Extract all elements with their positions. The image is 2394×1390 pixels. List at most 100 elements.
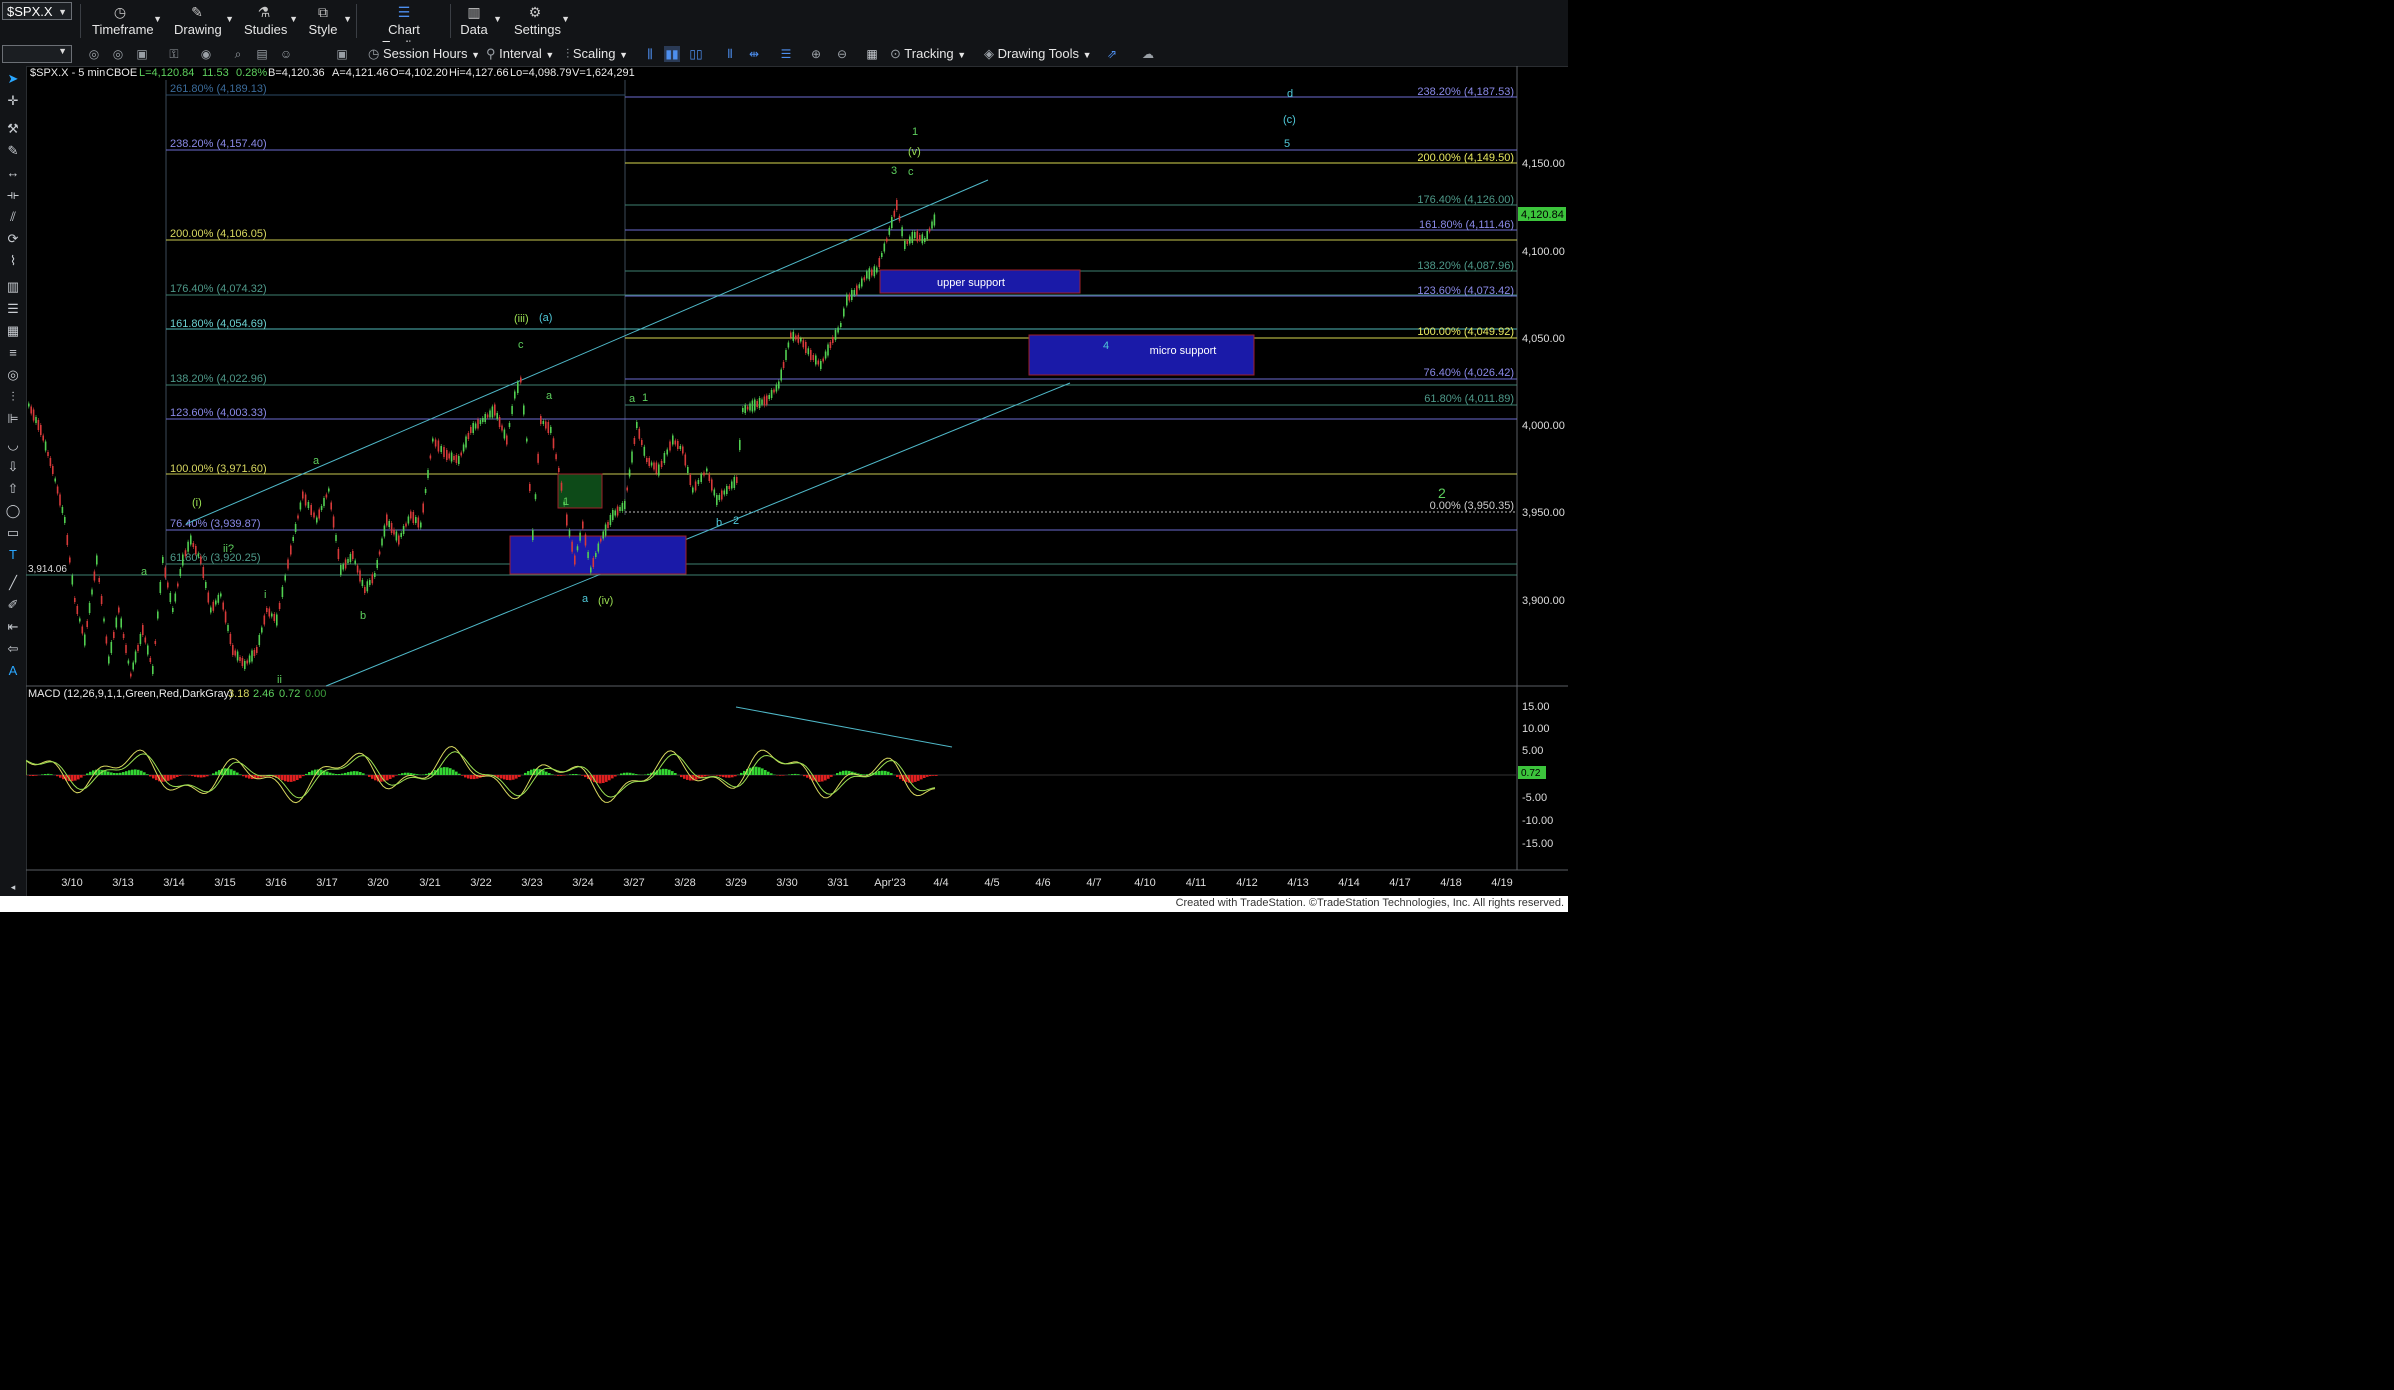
macd-bar (233, 770, 236, 775)
drawing-toolbar: ➤ ✛ ⚒ ✎ ↔ ⟛ ⫽ ⟳ ⌇ ▥ ☰ ▦ ≡ ◎ ⫶ ⊫ ◡ ⇩ ⇧ ◯ … (0, 66, 27, 896)
target-icon[interactable]: ◎ (4, 366, 22, 384)
window-icon[interactable]: ▣ (134, 46, 150, 62)
date-tick: 3/22 (470, 877, 491, 889)
chart-trading-button[interactable]: ☰ Chart Trading (366, 2, 442, 53)
wave-label: 2 (733, 515, 739, 527)
macd-bar (89, 771, 92, 775)
chart-header-symbol: $SPX.X - 5 min (30, 67, 105, 79)
price-chart[interactable]: $SPX.X - 5 min CBOE L=4,120.84 11.53 0.2… (26, 66, 1568, 896)
expand-icon[interactable]: ⇹ (746, 46, 762, 62)
macd-bar (356, 771, 359, 775)
list-icon[interactable]: ☰ (4, 300, 22, 318)
highlighter-icon[interactable]: ✐ (4, 596, 22, 614)
bar-chart-icon[interactable]: ⫼ (642, 46, 658, 62)
interval-button[interactable]: ⚲ Interval ▼ (486, 46, 554, 62)
tracking-button[interactable]: ⊙ Tracking ▼ (890, 46, 966, 62)
timeframe-button[interactable]: ◷ Timeframe ▼ (92, 2, 162, 40)
scaling-icon: ⫶ (566, 46, 570, 61)
lines-icon[interactable]: ≡ (4, 344, 22, 362)
sync-icon[interactable]: ◎ (110, 46, 126, 62)
macd-bar (731, 775, 734, 778)
date-tick: 3/10 (61, 877, 82, 889)
date-tick: 3/21 (419, 877, 440, 889)
scaling-button[interactable]: ⫶ Scaling ▼ (566, 46, 628, 62)
fib-icon[interactable]: ⫶ (4, 388, 22, 406)
macd-bar (680, 775, 683, 778)
link-icon[interactable]: ◉ (198, 46, 214, 62)
support-zones[interactable]: upper support micro support (509, 269, 1255, 575)
fork-icon[interactable]: ⟛ (4, 186, 22, 204)
horizontal-arrow-icon[interactable]: ↔ (4, 164, 22, 182)
cloud-icon[interactable]: ☁ (1140, 46, 1156, 62)
left-fib-levels[interactable] (26, 94, 1517, 576)
channel-icon[interactable]: ⫽ (4, 208, 22, 226)
macd-bar (830, 775, 833, 777)
grid-icon[interactable]: ▦ (864, 46, 880, 62)
settings-button[interactable]: ⚙ Settings ▼ (514, 2, 570, 40)
chart-header-ask: A=4,121.46 (332, 67, 389, 79)
macd-bar (527, 771, 530, 775)
session-hours-button[interactable]: ◷ Session Hours ▼ (368, 46, 480, 62)
macd-bar (392, 775, 395, 778)
candle-chart-icon[interactable]: ▮▮ (664, 46, 680, 62)
chevron-down-icon: ▼ (58, 46, 67, 56)
macd-bar (764, 770, 767, 775)
zoom-in-icon[interactable]: ⊕ (808, 46, 824, 62)
wrench-icon[interactable]: ⚒ (4, 120, 22, 138)
brush-icon[interactable]: ⌇ (4, 252, 22, 270)
date-tick: 4/7 (1086, 877, 1101, 889)
date-axis[interactable]: 3/10 3/13 3/14 3/15 3/16 3/17 3/20 3/21 3/22 3/23… (61, 877, 1512, 889)
left-arrow-icon[interactable]: ⇤ (4, 618, 22, 636)
macd-tick: 5.00 (1522, 745, 1543, 757)
label-icon[interactable]: A (4, 662, 22, 680)
rectangle-icon[interactable]: ▭ (4, 524, 22, 542)
text-icon[interactable]: T (4, 546, 22, 564)
date-tick: 4/13 (1287, 877, 1308, 889)
interval-input[interactable]: ▼ (2, 45, 72, 63)
ohlc-icon[interactable]: ⫴ (722, 46, 738, 62)
chevron-left-icon[interactable]: ◂ (4, 878, 22, 896)
search-icon[interactable]: ⌕ (230, 46, 246, 62)
lock-icon[interactable]: ⚿ (166, 46, 182, 62)
line-icon[interactable]: ╱ (4, 574, 22, 592)
pointer-icon[interactable]: ➤ (4, 70, 22, 88)
studies-button[interactable]: ⚗ Studies ▼ (244, 2, 298, 40)
data-button[interactable]: ▥ Data ▼ (460, 2, 502, 40)
table-icon[interactable]: ▦ (4, 322, 22, 340)
macd-bar (311, 770, 314, 775)
price-axis[interactable]: 4,150.00 4,100.00 4,050.00 4,000.00 3,95… (1522, 158, 1565, 607)
arrow-left-icon[interactable]: ⇦ (4, 640, 22, 658)
macd-bar (608, 775, 611, 781)
arc-icon[interactable]: ◡ (4, 436, 22, 454)
bars-icon[interactable]: ▥ (4, 278, 22, 296)
style-button[interactable]: ⧉ Style ▼ (308, 2, 352, 40)
macd-label: MACD (12,26,9,1,1,Green,Red,DarkGray) (28, 688, 233, 700)
macd-bar (287, 775, 290, 782)
date-tick: 4/14 (1338, 877, 1359, 889)
levels-icon[interactable]: ⊫ (4, 410, 22, 428)
ellipse-icon[interactable]: ◯ (4, 502, 22, 520)
price-candles[interactable] (28, 198, 936, 679)
arrow-up-icon[interactable]: ⇧ (4, 480, 22, 498)
macd-bar (284, 775, 287, 782)
save-icon[interactable]: ▤ (254, 46, 270, 62)
drawing-tools-button[interactable]: ◈ Drawing Tools ▼ (984, 46, 1092, 62)
right-fib-levels[interactable] (625, 96, 1517, 513)
macd-bar (41, 774, 44, 775)
person-icon[interactable]: ☺ (278, 46, 294, 62)
macd-bar (584, 775, 587, 778)
window-icon[interactable]: ▣ (334, 46, 350, 62)
symbol-input[interactable]: $SPX.X ▼ (2, 2, 72, 20)
drawing-button[interactable]: ✎ Drawing ▼ (174, 2, 234, 40)
crosshair-icon[interactable]: ✛ (4, 92, 22, 110)
macd-bar (890, 773, 893, 775)
new-window-icon[interactable]: ⇗ (1104, 46, 1120, 62)
arrow-down-icon[interactable]: ⇩ (4, 458, 22, 476)
macd-bar (35, 775, 38, 776)
refresh-icon[interactable]: ◎ (86, 46, 102, 62)
cycle-icon[interactable]: ⟳ (4, 230, 22, 248)
pencil-icon[interactable]: ✎ (4, 142, 22, 160)
hollow-candle-icon[interactable]: ▯▯ (688, 46, 704, 62)
stack-icon[interactable]: ☰ (778, 46, 794, 62)
zoom-out-icon[interactable]: ⊖ (834, 46, 850, 62)
